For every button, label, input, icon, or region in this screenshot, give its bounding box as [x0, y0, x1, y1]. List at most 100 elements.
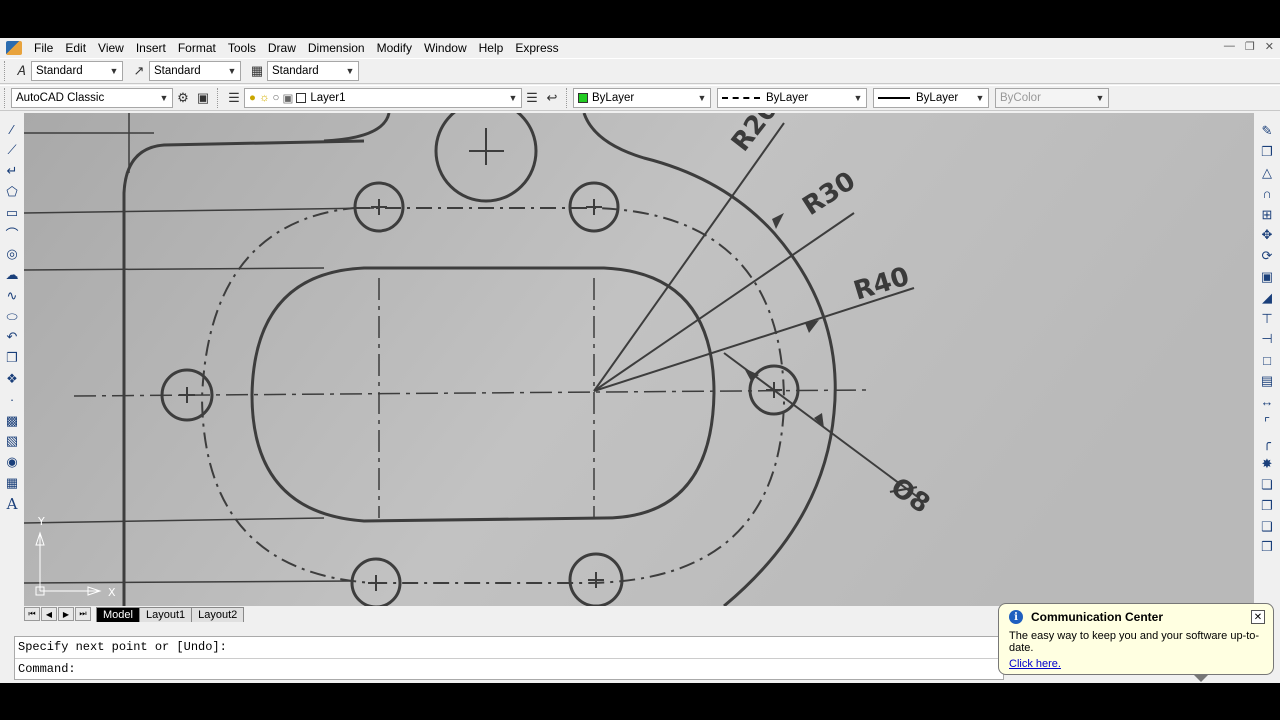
workspace-settings-icon[interactable]: ⚙: [173, 88, 193, 108]
menu-file[interactable]: File: [28, 38, 59, 58]
hatch-icon[interactable]: ▩: [2, 410, 22, 431]
linetype-value: ByLayer: [766, 92, 809, 104]
restore-icon[interactable]: ❐: [1245, 40, 1255, 53]
chevron-down-icon: ▼: [227, 66, 237, 76]
table-style-dropdown[interactable]: Standard ▼: [267, 61, 359, 81]
workspace-save-icon[interactable]: ▣: [193, 88, 213, 108]
offset-icon[interactable]: ∩: [1257, 183, 1277, 204]
toolbar-grip[interactable]: [566, 88, 569, 108]
draw-order-below-icon[interactable]: ❒: [1257, 537, 1277, 558]
first-tab-icon[interactable]: ⏮: [24, 607, 40, 621]
app-icon[interactable]: [6, 41, 22, 55]
rotate-icon[interactable]: ⟳: [1257, 246, 1277, 267]
layer-previous-icon[interactable]: ↩: [542, 88, 562, 108]
close-icon[interactable]: ✕: [1251, 610, 1265, 624]
spline-icon[interactable]: ∿: [2, 285, 22, 306]
info-icon: i: [1009, 610, 1023, 624]
circle-icon[interactable]: ◎: [2, 244, 22, 265]
prev-tab-icon[interactable]: ◀: [41, 607, 57, 621]
last-tab-icon[interactable]: ⏭: [75, 607, 91, 621]
linetype-dropdown[interactable]: ByLayer ▼: [717, 88, 867, 108]
menu-view[interactable]: View: [92, 38, 130, 58]
extend-icon[interactable]: ⊣: [1257, 329, 1277, 350]
balloon-link[interactable]: Click here.: [1009, 658, 1263, 670]
make-current-layer-icon[interactable]: ☰: [522, 88, 542, 108]
fillet-icon[interactable]: ╭: [1257, 433, 1277, 454]
lightbulb-icon[interactable]: ●: [249, 92, 256, 104]
menu-tools[interactable]: Tools: [222, 38, 262, 58]
join-icon[interactable]: ↔: [1257, 391, 1277, 412]
workspace-value: AutoCAD Classic: [16, 92, 105, 104]
draw-order-front-icon[interactable]: ❏: [1257, 475, 1277, 496]
ellipse-icon[interactable]: ⬭: [2, 306, 22, 327]
minimize-icon[interactable]: —: [1224, 40, 1235, 53]
toolbar-grip[interactable]: [4, 61, 7, 81]
menu-window[interactable]: Window: [418, 38, 473, 58]
balloon-message: The easy way to keep you and your softwa…: [1009, 630, 1260, 654]
revision-cloud-icon[interactable]: ☁: [2, 265, 22, 286]
layer-dropdown[interactable]: ● ☼ ○ ▣ Layer1 ▼: [244, 88, 522, 108]
explode-icon[interactable]: ✸: [1257, 454, 1277, 475]
toolbar-grip[interactable]: [217, 88, 220, 108]
rectangle-icon[interactable]: ▭: [2, 202, 22, 223]
plot-icon[interactable]: ▣: [282, 91, 293, 105]
array-icon[interactable]: ⊞: [1257, 204, 1277, 225]
region-icon[interactable]: ◉: [2, 452, 22, 473]
scale-icon[interactable]: ▣: [1257, 267, 1277, 288]
polyline-icon[interactable]: ↵: [2, 161, 22, 182]
sun-icon[interactable]: ☼: [259, 92, 270, 104]
command-window[interactable]: Specify next point or [Undo]: Command:: [14, 636, 1004, 680]
lock-icon[interactable]: ○: [273, 92, 280, 104]
menu-edit[interactable]: Edit: [59, 38, 92, 58]
mirror-icon[interactable]: △: [1257, 163, 1277, 184]
color-value: ByLayer: [592, 92, 635, 104]
tab-layout1[interactable]: Layout1: [138, 606, 193, 622]
insert-block-icon[interactable]: ❐: [2, 348, 22, 369]
text-style-icon[interactable]: 𝐴: [11, 61, 31, 81]
lineweight-dropdown[interactable]: ByLayer ▼: [873, 88, 989, 108]
copy-icon[interactable]: ❐: [1257, 142, 1277, 163]
construction-line-icon[interactable]: ⟋: [2, 140, 22, 161]
menu-draw[interactable]: Draw: [262, 38, 302, 58]
draw-order-back-icon[interactable]: ❐: [1257, 495, 1277, 516]
break-icon[interactable]: ▤: [1257, 371, 1277, 392]
workspace-dropdown[interactable]: AutoCAD Classic ▼: [11, 88, 173, 108]
close-icon[interactable]: ✕: [1265, 40, 1274, 53]
balloon-title: i Communication Center: [1009, 610, 1263, 624]
layer-manager-icon[interactable]: ☰: [224, 88, 244, 108]
gradient-icon[interactable]: ▧: [2, 431, 22, 452]
stretch-icon[interactable]: ◢: [1257, 287, 1277, 308]
draw-order-above-icon[interactable]: ❑: [1257, 516, 1277, 537]
plotstyle-dropdown: ByColor ▼: [995, 88, 1109, 108]
menu-help[interactable]: Help: [473, 38, 510, 58]
tab-layout2[interactable]: Layout2: [191, 606, 245, 622]
toolbar-grip[interactable]: [4, 88, 7, 108]
menu-express[interactable]: Express: [509, 38, 564, 58]
move-icon[interactable]: ✥: [1257, 225, 1277, 246]
make-block-icon[interactable]: ❖: [2, 369, 22, 390]
ellipse-arc-icon[interactable]: ↶: [2, 327, 22, 348]
drawing-area[interactable]: R20 R30 R40 Ø8 Y X: [24, 113, 1254, 606]
table-icon[interactable]: ▦: [2, 473, 22, 494]
trim-icon[interactable]: ⊤: [1257, 308, 1277, 329]
menu-format[interactable]: Format: [172, 38, 222, 58]
tab-model[interactable]: Model: [96, 606, 140, 622]
menu-dimension[interactable]: Dimension: [302, 38, 371, 58]
point-icon[interactable]: ·: [2, 389, 22, 410]
erase-icon[interactable]: ✎: [1257, 121, 1277, 142]
break-at-point-icon[interactable]: □: [1257, 350, 1277, 371]
table-style-icon[interactable]: ▦: [247, 61, 267, 81]
menu-modify[interactable]: Modify: [371, 38, 418, 58]
arc-icon[interactable]: ⌒: [2, 223, 22, 244]
menu-insert[interactable]: Insert: [130, 38, 172, 58]
chamfer-icon[interactable]: ⌜: [1257, 412, 1277, 433]
next-tab-icon[interactable]: ▶: [58, 607, 74, 621]
text-style-dropdown[interactable]: Standard ▼: [31, 61, 123, 81]
multiline-text-icon[interactable]: A: [2, 493, 22, 514]
dim-style-dropdown[interactable]: Standard ▼: [149, 61, 241, 81]
color-dropdown[interactable]: ByLayer ▼: [573, 88, 711, 108]
line-icon[interactable]: ∕: [2, 119, 22, 140]
dim-style-icon[interactable]: ↗: [129, 61, 149, 81]
command-prompt[interactable]: Command:: [15, 658, 1003, 679]
polygon-icon[interactable]: ⬠: [2, 181, 22, 202]
